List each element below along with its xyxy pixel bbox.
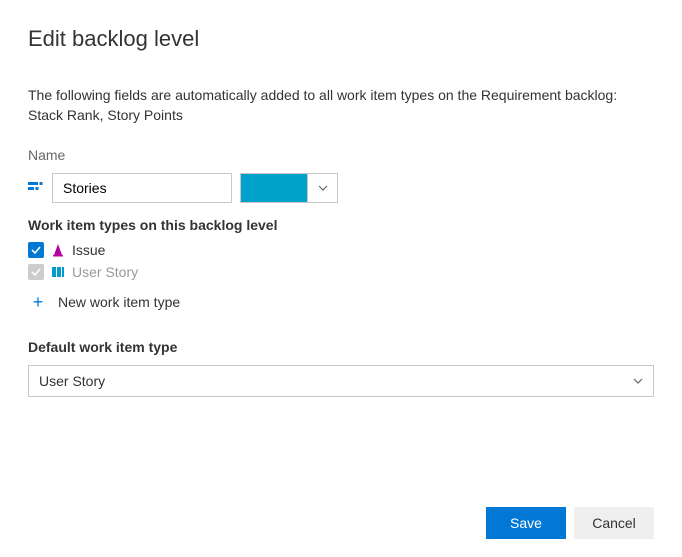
- color-picker[interactable]: [240, 173, 338, 203]
- name-label: Name: [28, 147, 654, 163]
- user-story-icon: [50, 264, 66, 280]
- new-type-label: New work item type: [58, 294, 180, 310]
- dialog-footer: Save Cancel: [28, 487, 654, 539]
- plus-icon: +: [30, 293, 46, 311]
- save-button[interactable]: Save: [486, 507, 566, 539]
- wit-checkbox-user-story: [28, 264, 44, 280]
- backlog-icon: [28, 180, 44, 196]
- wit-label-user-story: User Story: [72, 264, 138, 280]
- intro-text: The following fields are automatically a…: [28, 86, 654, 125]
- color-caret[interactable]: [307, 174, 337, 202]
- name-row: [28, 173, 654, 203]
- wit-row-issue[interactable]: Issue: [28, 239, 654, 261]
- color-swatch: [241, 174, 307, 202]
- issue-icon: [50, 242, 66, 258]
- cancel-button[interactable]: Cancel: [574, 507, 654, 539]
- chevron-down-icon: [633, 378, 643, 384]
- wit-label-issue: Issue: [72, 242, 105, 258]
- wit-checkbox-issue[interactable]: [28, 242, 44, 258]
- default-wit-select[interactable]: User Story: [28, 365, 654, 397]
- name-input[interactable]: [52, 173, 232, 203]
- default-wit-value: User Story: [39, 373, 105, 389]
- wit-section-label: Work item types on this backlog level: [28, 217, 654, 233]
- wit-row-user-story: User Story: [28, 261, 654, 283]
- new-work-item-type[interactable]: + New work item type: [28, 283, 654, 321]
- default-wit-label: Default work item type: [28, 339, 654, 355]
- page-title: Edit backlog level: [28, 26, 654, 52]
